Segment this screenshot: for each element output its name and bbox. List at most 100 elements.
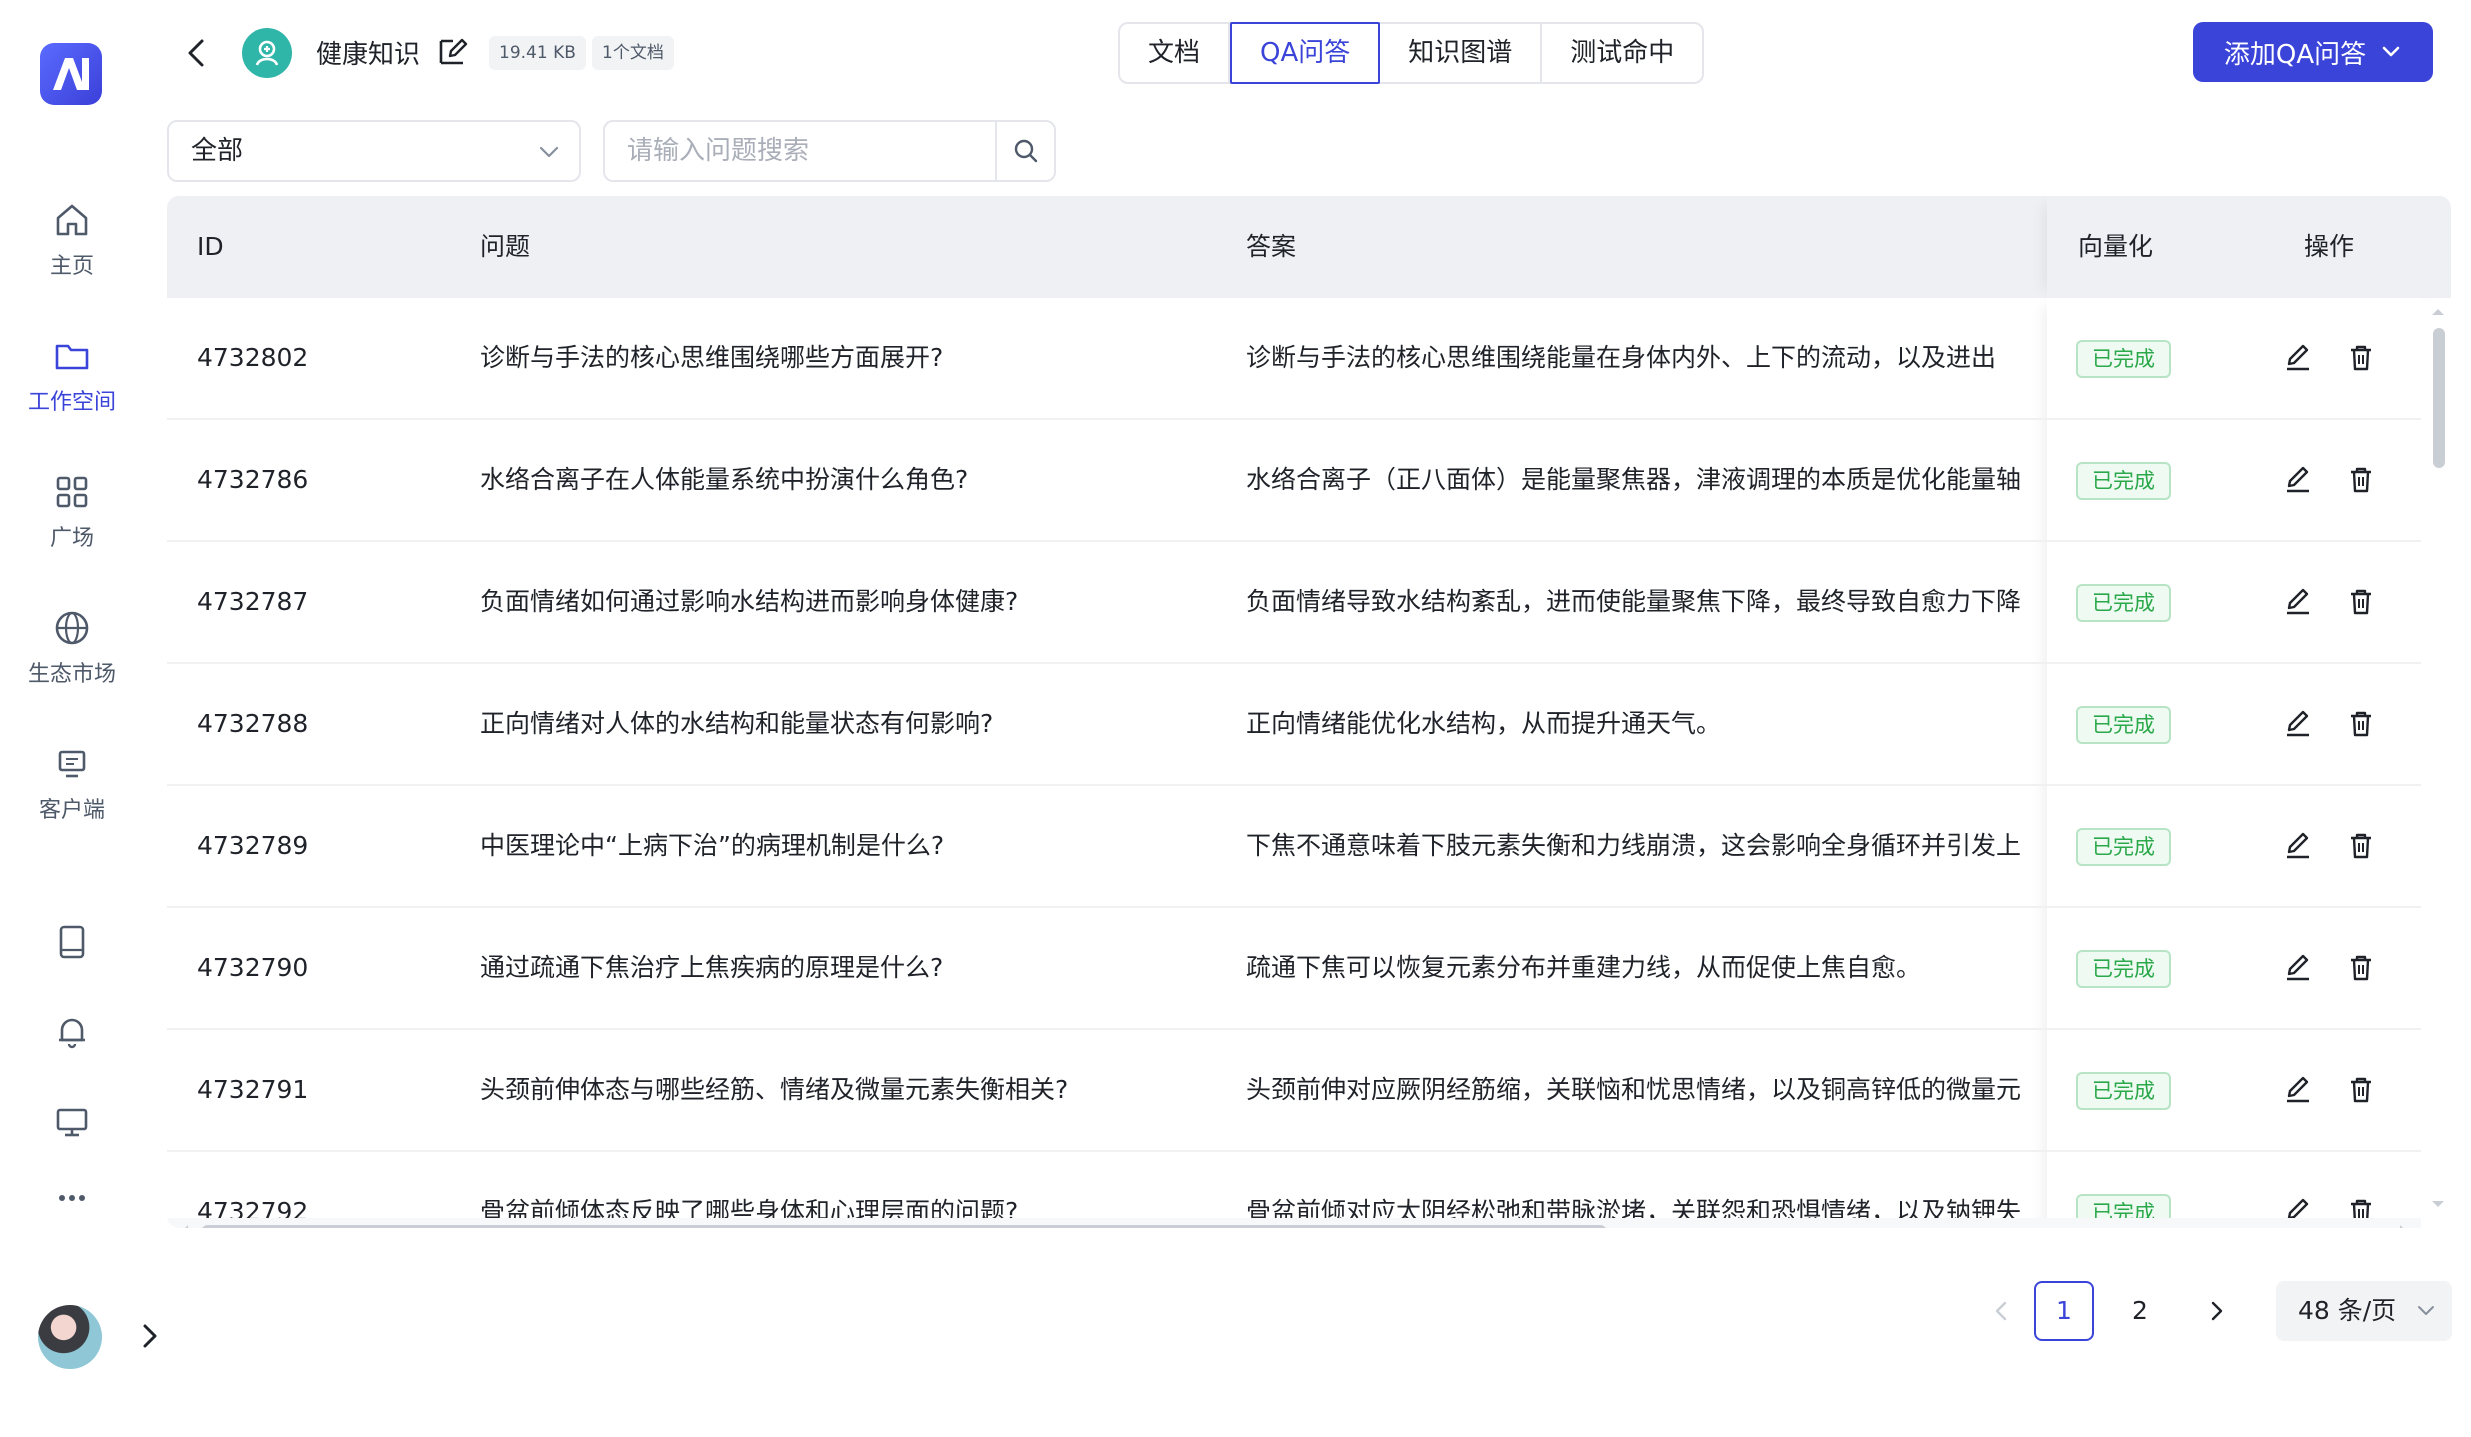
status-badge: 已完成 bbox=[2076, 950, 2171, 988]
edit-icon[interactable] bbox=[2282, 342, 2314, 374]
sidebar-item-plaza[interactable]: 广场 bbox=[0, 472, 144, 552]
cell-answer: 骨盆前倾对应太阴经松弛和带脉淤堵，关联怨和恐惧情绪，以及钠钾失 bbox=[1246, 1197, 2022, 1218]
delete-icon[interactable] bbox=[2345, 342, 2377, 374]
sidebar-item-docs[interactable] bbox=[0, 922, 144, 962]
edit-title-icon[interactable] bbox=[436, 36, 468, 68]
horizontal-scrollbar[interactable] bbox=[167, 1218, 2421, 1228]
edit-icon[interactable] bbox=[2282, 952, 2314, 984]
sidebar-item-desktop[interactable] bbox=[0, 1102, 144, 1142]
cell-id: 4732791 bbox=[197, 1075, 309, 1104]
edit-icon[interactable] bbox=[2282, 464, 2314, 496]
table-row[interactable]: 4732792 骨盆前倾体态反映了哪些身体和心理层面的问题? 骨盆前倾对应太阴经松弛… bbox=[167, 1152, 2421, 1218]
page-header: 健康知识 19.41 KB 1个文档 文档 QA问答 知识图谱 测试命中 添加Q… bbox=[144, 0, 2471, 110]
column-header-id: ID bbox=[197, 232, 224, 261]
book-icon bbox=[59, 925, 85, 959]
size-badge: 19.41 KB bbox=[489, 36, 586, 70]
category-select[interactable]: 全部 bbox=[167, 120, 581, 182]
app-logo[interactable] bbox=[40, 43, 102, 105]
scroll-right-icon bbox=[2400, 1225, 2403, 1228]
chevron-right-icon[interactable] bbox=[132, 1318, 168, 1354]
edit-icon[interactable] bbox=[2282, 1074, 2314, 1106]
page-1-button[interactable]: 1 bbox=[2034, 1281, 2094, 1341]
table-header: ID 问题 答案 向量化 操作 bbox=[167, 196, 2451, 298]
sidebar-item-home[interactable]: 主页 bbox=[0, 200, 144, 280]
folder-icon bbox=[55, 344, 89, 370]
cell-question: 通过疏通下焦治疗上焦疾病的原理是什么? bbox=[480, 953, 944, 982]
cell-answer: 水络合离子（正八面体）是能量聚焦器，津液调理的本质是优化能量轴 bbox=[1246, 465, 2022, 494]
sidebar-item-notifications[interactable] bbox=[0, 1012, 144, 1052]
status-badge: 已完成 bbox=[2076, 706, 2171, 744]
cell-id: 4732790 bbox=[197, 953, 309, 982]
chevron-down-icon bbox=[2418, 1306, 2434, 1315]
page-title: 健康知识 bbox=[316, 40, 421, 70]
table-row[interactable]: 4732787 负面情绪如何通过影响水结构进而影响身体健康? 负面情绪导致水结构紊乱… bbox=[167, 542, 2421, 664]
prev-page-icon[interactable] bbox=[1972, 1281, 2032, 1341]
table-row[interactable]: 4732786 水络合离子在人体能量系统中扮演什么角色? 水络合离子（正八面体）是能… bbox=[167, 420, 2421, 542]
cell-question: 水络合离子在人体能量系统中扮演什么角色? bbox=[480, 465, 969, 494]
page-2-button[interactable]: 2 bbox=[2110, 1281, 2170, 1341]
table-row[interactable]: 4732788 正向情绪对人体的水结构和能量状态有何影响? 正向情绪能优化水结构，从… bbox=[167, 664, 2421, 786]
user-avatar[interactable] bbox=[38, 1305, 102, 1369]
cell-question: 中医理论中“上病下治”的病理机制是什么? bbox=[480, 831, 945, 860]
sidebar-item-client[interactable]: 客户端 bbox=[0, 744, 144, 824]
more-icon bbox=[59, 1195, 85, 1201]
cell-answer: 疏通下焦可以恢复元素分布并重建力线，从而促使上焦自愈。 bbox=[1246, 953, 1922, 982]
edit-icon[interactable] bbox=[2282, 1196, 2314, 1218]
search-icon bbox=[1014, 139, 1037, 163]
vertical-scrollbar[interactable] bbox=[2425, 298, 2451, 1218]
sidebar-item-market[interactable]: 生态市场 bbox=[0, 608, 144, 688]
status-badge: 已完成 bbox=[2076, 340, 2171, 378]
chevron-down-icon bbox=[2382, 46, 2400, 57]
sidebar-item-workspace[interactable]: 工作空间 bbox=[0, 336, 144, 416]
knowledge-base-icon bbox=[242, 28, 292, 78]
qa-table: ID 问题 答案 向量化 操作 4732802 诊断与手法的核心思维围绕哪些方面展… bbox=[167, 196, 2451, 1228]
cell-answer: 头颈前伸对应厥阴经筋缩，关联恼和忧思情绪，以及铜高锌低的微量元 bbox=[1246, 1075, 2022, 1104]
sidebar-item-label: 主页 bbox=[49, 254, 94, 279]
table-row[interactable]: 4732790 通过疏通下焦治疗上焦疾病的原理是什么? 疏通下焦可以恢复元素分布并重… bbox=[167, 908, 2421, 1030]
scroll-left-icon bbox=[185, 1225, 188, 1228]
tab-documents[interactable]: 文档 bbox=[1120, 24, 1231, 82]
delete-icon[interactable] bbox=[2345, 586, 2377, 618]
sidebar-item-label: 工作空间 bbox=[27, 390, 116, 415]
cell-id: 4732792 bbox=[197, 1197, 309, 1218]
scroll-down-icon bbox=[2432, 1201, 2444, 1207]
cell-question: 负面情绪如何通过影响水结构进而影响身体健康? bbox=[480, 587, 1019, 616]
search-input[interactable] bbox=[605, 122, 997, 180]
delete-icon[interactable] bbox=[2345, 1074, 2377, 1106]
table-row[interactable]: 4732791 头颈前伸体态与哪些经筋、情绪及微量元素失衡相关? 头颈前伸对应厥阴经… bbox=[167, 1030, 2421, 1152]
table-row[interactable]: 4732789 中医理论中“上病下治”的病理机制是什么? 下焦不通意味着下肢元素失衡… bbox=[167, 786, 2421, 908]
edit-icon[interactable] bbox=[2282, 708, 2314, 740]
edit-icon[interactable] bbox=[2282, 586, 2314, 618]
tab-group: 文档 QA问答 知识图谱 测试命中 bbox=[1118, 22, 1705, 84]
delete-icon[interactable] bbox=[2345, 464, 2377, 496]
table-body: 4732802 诊断与手法的核心思维围绕哪些方面展开? 诊断与手法的核心思维围绕能量… bbox=[167, 298, 2421, 1218]
delete-icon[interactable] bbox=[2345, 830, 2377, 862]
cell-answer: 负面情绪导致水结构紊乱，进而使能量聚焦下降，最终导致自愈力下降 bbox=[1246, 587, 2022, 616]
vertical-scroll-thumb[interactable] bbox=[2433, 328, 2445, 468]
status-badge: 已完成 bbox=[2076, 828, 2171, 866]
cell-answer: 下焦不通意味着下肢元素失衡和力线崩溃，这会影响全身循环并引发上 bbox=[1246, 831, 2022, 860]
chevron-down-icon bbox=[539, 146, 559, 158]
cell-id: 4732789 bbox=[197, 831, 309, 860]
tab-hit-test[interactable]: 测试命中 bbox=[1542, 24, 1702, 82]
sidebar: 主页 工作空间 广场 生态市场 客户端 bbox=[0, 0, 144, 1437]
back-arrow-icon[interactable] bbox=[180, 36, 214, 70]
next-page-icon[interactable] bbox=[2186, 1281, 2246, 1341]
delete-icon[interactable] bbox=[2345, 1196, 2377, 1218]
page-size-value: 48 条/页 bbox=[2298, 1296, 2397, 1325]
sidebar-item-more[interactable] bbox=[0, 1178, 144, 1218]
table-row[interactable]: 4732802 诊断与手法的核心思维围绕哪些方面展开? 诊断与手法的核心思维围绕能量… bbox=[167, 298, 2421, 420]
tab-knowledge-graph[interactable]: 知识图谱 bbox=[1380, 24, 1543, 82]
add-qa-button[interactable]: 添加QA问答 bbox=[2193, 22, 2433, 82]
search-button[interactable] bbox=[995, 122, 1054, 180]
delete-icon[interactable] bbox=[2345, 952, 2377, 984]
tab-qa[interactable]: QA问答 bbox=[1230, 22, 1381, 84]
page-size-select[interactable]: 48 条/页 bbox=[2276, 1281, 2452, 1341]
cell-id: 4732802 bbox=[197, 343, 309, 372]
delete-icon[interactable] bbox=[2345, 708, 2377, 740]
sidebar-item-label: 广场 bbox=[49, 526, 94, 551]
edit-icon[interactable] bbox=[2282, 830, 2314, 862]
grid-icon bbox=[56, 476, 88, 508]
doc-count-badge: 1个文档 bbox=[592, 36, 674, 70]
horizontal-scroll-thumb[interactable] bbox=[201, 1225, 1607, 1228]
